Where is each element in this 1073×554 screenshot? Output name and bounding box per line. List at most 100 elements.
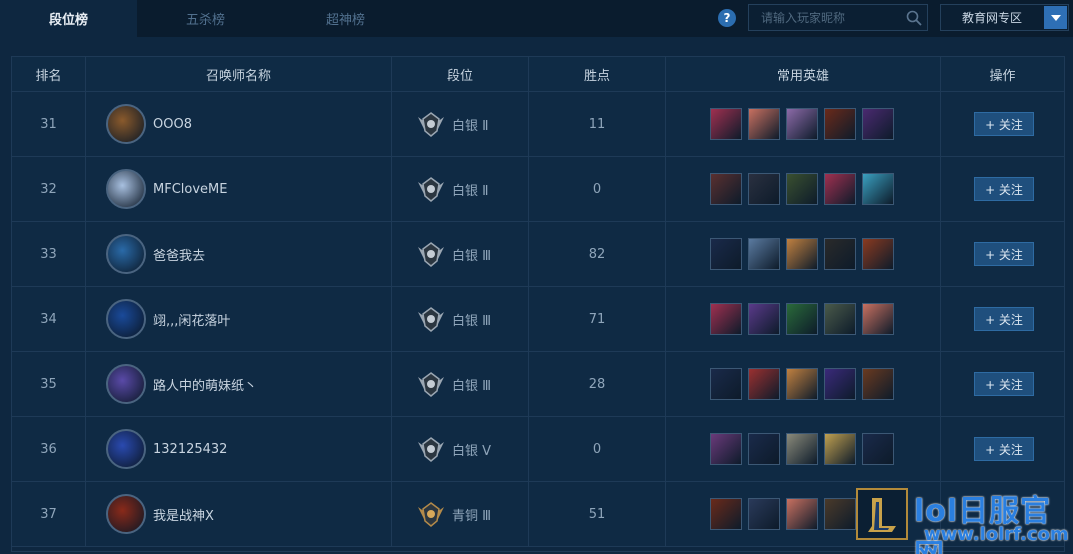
follow-button[interactable]: + 关注 [974,112,1034,136]
hero-portrait[interactable] [824,433,856,465]
hero-portrait[interactable] [786,433,818,465]
hero-portrait[interactable] [710,433,742,465]
hero-portrait[interactable] [748,368,780,400]
league-points: 71 [529,287,666,351]
summoner-name[interactable]: 翊,,,闲花落叶 [153,310,230,329]
hero-portrait[interactable] [862,368,894,400]
hero-portrait[interactable] [824,368,856,400]
hero-portrait[interactable] [786,368,818,400]
rank-number: 35 [12,352,86,416]
chevron-down-icon [1050,14,1061,21]
avatar[interactable] [106,429,146,469]
hero-portrait[interactable] [710,108,742,140]
site-watermark: lol日服官网 www.lolrf.com [852,486,1073,554]
summoner-cell: 132125432 [86,417,392,481]
hero-portrait[interactable] [824,173,856,205]
rank-number: 32 [12,157,86,221]
hero-portrait[interactable] [748,238,780,270]
hero-portrait[interactable] [748,108,780,140]
help-icon[interactable]: ? [718,9,736,27]
summoner-name[interactable]: OOO8 [153,117,192,132]
search-input[interactable] [749,5,899,30]
hero-portrait[interactable] [862,303,894,335]
avatar[interactable] [106,234,146,274]
follow-button[interactable]: + 关注 [974,177,1034,201]
summoner-name[interactable]: 132125432 [153,442,227,457]
hero-portrait[interactable] [786,303,818,335]
avatar[interactable] [106,494,146,534]
rank-number: 34 [12,287,86,351]
rank-number: 36 [12,417,86,481]
tier-cell: 白银 Ⅱ [392,92,529,156]
hero-portrait[interactable] [862,173,894,205]
summoner-name[interactable]: 我是战神X [153,505,214,524]
hero-portrait[interactable] [710,368,742,400]
hero-portrait[interactable] [862,238,894,270]
action-cell: + 关注 [941,157,1064,221]
hero-portrait[interactable] [748,498,780,530]
tier-cell: 白银 Ⅱ [392,157,529,221]
avatar[interactable] [106,364,146,404]
tier-cell: 白银 Ⅲ [392,352,529,416]
heroes-cell [666,287,941,351]
action-cell: + 关注 [941,352,1064,416]
league-points: 28 [529,352,666,416]
tier-cell: 白银 Ⅲ [392,287,529,351]
col-heroes-header: 常用英雄 [666,57,941,92]
tab-pentakill-board[interactable]: 五杀榜 [137,0,274,37]
tier-label: 白银 Ⅱ [452,183,489,199]
rank-number: 33 [12,222,86,286]
region-select[interactable]: 教育网专区 [940,4,1069,31]
col-tier-header: 段位 [392,57,529,92]
hero-list [710,108,894,140]
follow-button[interactable]: + 关注 [974,307,1034,331]
league-points: 11 [529,92,666,156]
summoner-name[interactable]: MFCloveME [153,182,227,197]
hero-portrait[interactable] [824,238,856,270]
avatar[interactable] [106,169,146,209]
hero-portrait[interactable] [786,108,818,140]
hero-portrait[interactable] [710,238,742,270]
hero-portrait[interactable] [786,498,818,530]
hero-portrait[interactable] [710,303,742,335]
hero-portrait[interactable] [748,433,780,465]
hero-portrait[interactable] [710,498,742,530]
search-icon[interactable] [906,10,922,26]
table-row: 35 路人中的萌妹纸丶 白银 Ⅲ 28 + 关注 [12,352,1064,417]
avatar[interactable] [106,299,146,339]
hero-portrait[interactable] [748,303,780,335]
summoner-name[interactable]: 路人中的萌妹纸丶 [153,375,257,394]
table-row: 32 MFCloveME 白银 Ⅱ 0 + 关注 [12,157,1064,222]
hero-list [710,173,894,205]
avatar[interactable] [106,104,146,144]
hero-portrait[interactable] [786,238,818,270]
hero-portrait[interactable] [786,173,818,205]
summoner-cell: OOO8 [86,92,392,156]
hero-portrait[interactable] [748,173,780,205]
table-row: 34 翊,,,闲花落叶 白银 Ⅲ 71 + 关注 [12,287,1064,352]
league-points: 51 [529,482,666,546]
rank-number: 31 [12,92,86,156]
heroes-cell [666,352,941,416]
hero-portrait[interactable] [862,433,894,465]
tab-rank-board[interactable]: 段位榜 [0,0,137,37]
region-selected-value: 教育网专区 [961,11,1022,25]
hero-portrait[interactable] [862,108,894,140]
hero-portrait[interactable] [710,173,742,205]
hero-list [710,433,894,465]
tab-legendary-board[interactable]: 超神榜 [277,0,414,37]
action-cell: + 关注 [941,222,1064,286]
heroes-cell [666,222,941,286]
summoner-name[interactable]: 爸爸我去 [153,245,205,264]
silver-tier-icon [418,372,444,397]
follow-button[interactable]: + 关注 [974,437,1034,461]
action-cell: + 关注 [941,92,1064,156]
hero-portrait[interactable] [824,303,856,335]
tier-label: 白银 Ⅱ [452,118,489,134]
follow-button[interactable]: + 关注 [974,242,1034,266]
hero-portrait[interactable] [824,108,856,140]
heroes-cell [666,92,941,156]
summoner-cell: 翊,,,闲花落叶 [86,287,392,351]
follow-button[interactable]: + 关注 [974,372,1034,396]
region-dropdown-button[interactable] [1044,6,1067,29]
